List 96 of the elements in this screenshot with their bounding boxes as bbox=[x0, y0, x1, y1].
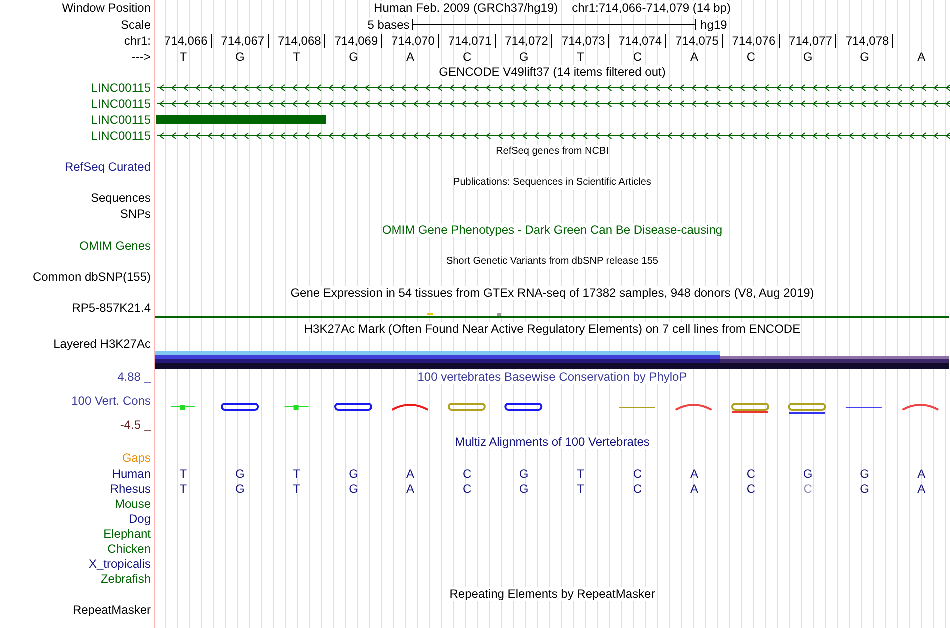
base-letter: C bbox=[462, 466, 472, 480]
base-letter: A bbox=[406, 50, 415, 64]
base-letter: G bbox=[860, 50, 870, 64]
track-label[interactable]: OMIM Genes bbox=[80, 239, 151, 253]
base-letter: C bbox=[746, 482, 756, 496]
position-label: 714,067 bbox=[221, 34, 269, 48]
base-letter: G bbox=[519, 482, 529, 496]
row-label: Scale bbox=[120, 18, 151, 32]
position-label: 714,073 bbox=[562, 34, 610, 48]
base-letter: G bbox=[519, 466, 529, 480]
position-label: 714,078 bbox=[846, 34, 894, 48]
position-label: 714,069 bbox=[334, 34, 382, 48]
base-letter: G bbox=[860, 482, 870, 496]
position-label: 714,070 bbox=[392, 34, 439, 48]
track-title: Publications: Sequences in Scientific Articles bbox=[454, 176, 652, 190]
track-title: OMIM Gene Phenotypes - Dark Green Can Be Disease-causing bbox=[382, 223, 723, 237]
track-title: GENCODE V49lift37 (14 items filtered out) bbox=[439, 65, 666, 79]
base-letter: C bbox=[633, 50, 642, 64]
scale-text: 5 bases bbox=[368, 18, 410, 32]
row-label: chr1: bbox=[124, 34, 151, 48]
base-letter: T bbox=[180, 50, 188, 64]
base-letter: A bbox=[406, 482, 415, 496]
base-letter: C bbox=[746, 466, 756, 480]
base-letter: G bbox=[860, 466, 870, 480]
track-title: Multiz Alignments of 100 Vertebrates bbox=[455, 435, 650, 449]
track-label[interactable]: Dog bbox=[128, 512, 151, 526]
track-label[interactable]: Zebrafish bbox=[100, 572, 151, 586]
axis-label: 4.88 _ bbox=[118, 370, 151, 384]
base-letter: C bbox=[633, 466, 642, 480]
track-label[interactable]: X_tropicalis bbox=[88, 556, 151, 570]
base-letter: T bbox=[293, 482, 301, 496]
position-label: 714,068 bbox=[278, 34, 326, 48]
track-label[interactable]: LINC00115 bbox=[91, 129, 151, 143]
track-label[interactable]: RepeatMasker bbox=[72, 603, 151, 617]
base-letter: A bbox=[918, 466, 926, 480]
base-letter: G bbox=[519, 50, 529, 64]
row-label: Window Position bbox=[62, 1, 151, 15]
base-letter: T bbox=[293, 50, 301, 64]
base-letter: C bbox=[633, 482, 642, 496]
track-label[interactable]: Common dbSNP(155) bbox=[32, 270, 151, 284]
base-letter: G bbox=[236, 50, 245, 64]
base-letter: G bbox=[349, 466, 358, 480]
base-letter: A bbox=[918, 482, 926, 496]
position-label: 714,071 bbox=[448, 34, 496, 48]
axis-label: -4.5 _ bbox=[120, 418, 151, 432]
position-label: 714,074 bbox=[618, 34, 666, 48]
track-label[interactable]: LINC00115 bbox=[91, 97, 151, 111]
track-title: Short Genetic Variants from dbSNP release 155 bbox=[446, 254, 658, 268]
track-label[interactable]: Mouse bbox=[114, 496, 151, 510]
track-label[interactable]: Elephant bbox=[104, 526, 151, 540]
track-label[interactable]: Human bbox=[112, 466, 151, 480]
base-letter: G bbox=[236, 466, 245, 480]
position-label: 714,072 bbox=[505, 34, 552, 48]
base-letter: A bbox=[690, 482, 698, 496]
track-label[interactable]: Sequences bbox=[90, 191, 151, 205]
base-letter: A bbox=[406, 466, 415, 480]
assembly-title: Human Feb. 2009 (GRCh37/hg19) bbox=[374, 1, 558, 15]
base-letter: T bbox=[577, 466, 585, 480]
position-label: 714,077 bbox=[789, 34, 836, 48]
base-letter: C bbox=[804, 482, 812, 496]
base-letter: T bbox=[180, 482, 188, 496]
track-label[interactable]: SNPs bbox=[120, 207, 151, 221]
base-letter: G bbox=[803, 466, 813, 480]
track-title: Repeating Elements by RepeatMasker bbox=[450, 587, 656, 601]
track-title: 100 vertebrates Basewise Conservation by PhyloP bbox=[418, 370, 688, 384]
base-letter: T bbox=[577, 50, 585, 64]
base-letter: G bbox=[349, 482, 358, 496]
track-title: H3K27Ac Mark (Often Found Near Active Regulatory Elements) on 7 cell lines from ENCODE bbox=[304, 322, 801, 336]
row-label: ---> bbox=[132, 50, 151, 64]
base-letter: T bbox=[180, 466, 188, 480]
track-label[interactable]: 100 Vert. Cons bbox=[72, 394, 151, 408]
track-label[interactable]: RefSeq Curated bbox=[64, 160, 151, 174]
track-label[interactable]: Layered H3K27Ac bbox=[54, 337, 151, 351]
base-letter: T bbox=[577, 482, 585, 496]
base-letter: C bbox=[746, 50, 756, 64]
track-label[interactable]: Rhesus bbox=[110, 482, 151, 496]
base-letter: C bbox=[462, 50, 472, 64]
position-label: 714,066 bbox=[164, 34, 212, 48]
track-title: RefSeq genes from NCBI bbox=[496, 144, 609, 158]
base-letter: A bbox=[690, 50, 698, 64]
track-label[interactable]: LINC00115 bbox=[91, 113, 151, 127]
position-label: 714,075 bbox=[675, 34, 723, 48]
assembly-name: hg19 bbox=[700, 18, 728, 32]
base-letter: A bbox=[690, 466, 698, 480]
base-letter: C bbox=[462, 482, 472, 496]
position-title: chr1:714,066-714,079 (14 bp) bbox=[572, 1, 731, 15]
base-letter: T bbox=[293, 466, 301, 480]
base-letter: A bbox=[918, 50, 926, 64]
base-letter: G bbox=[349, 50, 358, 64]
base-letter: G bbox=[803, 50, 813, 64]
track-title: Gene Expression in 54 tissues from GTEx RNA-seq of 17382 samples, 948 donors (V8, Aug 2019) bbox=[290, 286, 814, 300]
base-letter: G bbox=[236, 482, 245, 496]
track-label[interactable]: LINC00115 bbox=[91, 81, 151, 95]
track-label[interactable]: Chicken bbox=[108, 542, 151, 556]
position-label: 714,076 bbox=[732, 34, 780, 48]
track-label[interactable]: RP5-857K21.4 bbox=[72, 301, 151, 315]
